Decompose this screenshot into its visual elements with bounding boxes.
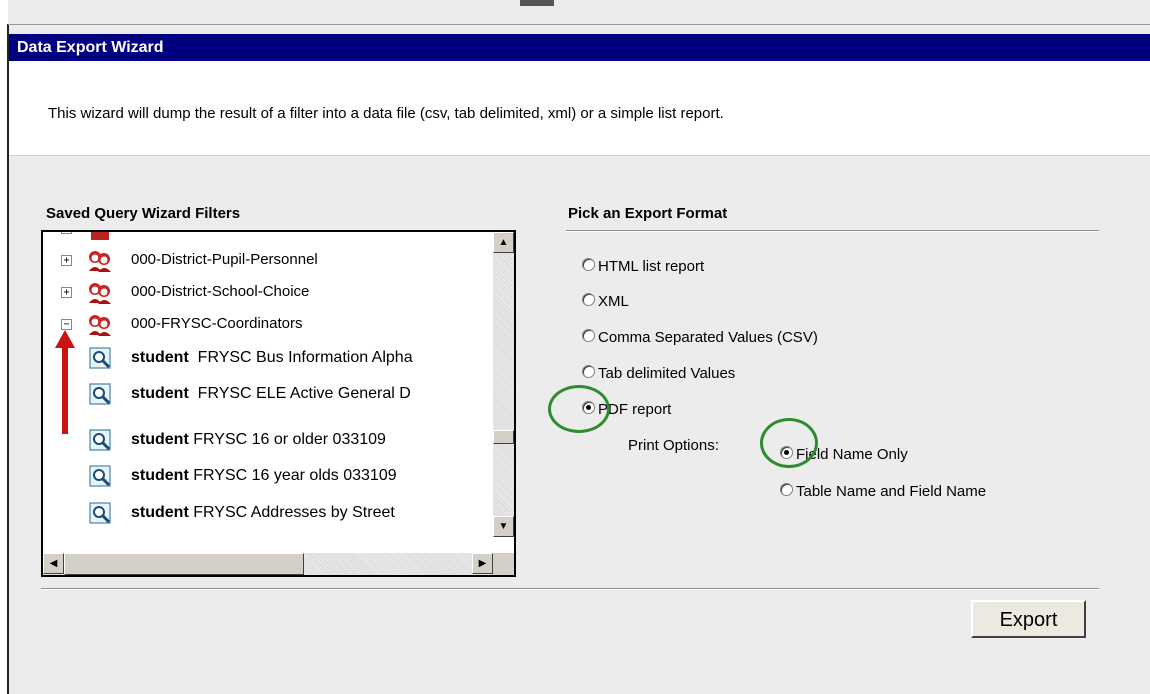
- expander-icon: −: [61, 232, 72, 234]
- tree-query-0[interactable]: student FRYSC Bus Information Alpha: [43, 344, 493, 376]
- radio-button[interactable]: [582, 329, 595, 342]
- group-label: 000-District-School-Choice: [131, 283, 310, 300]
- intro-text: This wizard will dump the result of a fi…: [48, 105, 724, 122]
- radio-label: Comma Separated Values (CSV): [598, 329, 818, 346]
- query-magnifier-icon: [89, 383, 111, 405]
- scroll-up-button[interactable]: ▲: [493, 232, 514, 253]
- query-magnifier-icon: [89, 429, 111, 451]
- tree-query-3[interactable]: student FRYSC 16 year olds 033109: [43, 462, 493, 494]
- group-icon: [89, 283, 111, 304]
- top-divider: [8, 24, 1150, 25]
- bottom-divider: [41, 588, 1099, 590]
- scroll-right-button[interactable]: ▶: [472, 553, 493, 574]
- query-magnifier-icon: [89, 465, 111, 487]
- green-circle-annotation: [548, 385, 610, 433]
- tree-query-1[interactable]: student FRYSC ELE Active General D: [43, 380, 493, 412]
- scroll-left-button[interactable]: ◀: [43, 553, 64, 574]
- vertical-scrollbar[interactable]: ▲ ▼: [493, 232, 514, 537]
- radio-label: HTML list report: [598, 258, 705, 275]
- query-label: student FRYSC 16 or older 033109: [131, 431, 386, 448]
- print-options-label: Print Options:: [628, 437, 719, 454]
- radio-button[interactable]: [582, 258, 595, 271]
- query-label: student FRYSC Addresses by Street: [131, 504, 395, 521]
- window-title: Data Export Wizard: [9, 34, 1150, 61]
- scroll-down-button[interactable]: ▼: [493, 516, 514, 537]
- tree-query-4[interactable]: student FRYSC Addresses by Street: [43, 499, 493, 531]
- tree-group-1[interactable]: + 000-District-School-Choice: [43, 278, 493, 310]
- radio-button[interactable]: [582, 365, 595, 378]
- tree-row-partial: −: [43, 232, 493, 246]
- expand-icon[interactable]: +: [61, 255, 72, 266]
- format-heading: Pick an Export Format: [568, 205, 728, 222]
- group-icon: [91, 232, 109, 240]
- expand-icon[interactable]: +: [61, 287, 72, 298]
- horizontal-scrollbar[interactable]: ◀ ▶: [43, 553, 493, 575]
- tree-group-2[interactable]: − 000-FRYSC-Coordinators: [43, 310, 493, 342]
- filters-tree[interactable]: − + 000-District-Pupil-Personnel + 000-D…: [41, 230, 516, 577]
- intro-panel: This wizard will dump the result of a fi…: [9, 61, 1150, 156]
- format-divider: [566, 230, 1099, 232]
- filters-heading: Saved Query Wizard Filters: [46, 205, 241, 222]
- group-label: 000-District-Pupil-Personnel: [131, 251, 318, 268]
- radio-button[interactable]: [582, 293, 595, 306]
- query-label: student FRYSC 16 year olds 033109: [131, 467, 397, 484]
- vertical-scroll-thumb[interactable]: [493, 430, 514, 444]
- query-label: student FRYSC Bus Information Alpha: [131, 349, 413, 366]
- tree-query-2[interactable]: student FRYSC 16 or older 033109: [43, 426, 493, 458]
- scroll-corner: [493, 553, 514, 575]
- tree-group-0[interactable]: + 000-District-Pupil-Personnel: [43, 246, 493, 278]
- query-magnifier-icon: [89, 347, 111, 369]
- radio-label: Tab delimited Values: [598, 365, 736, 382]
- red-arrow-annotation: [55, 330, 75, 434]
- radio-button[interactable]: [780, 483, 793, 496]
- group-icon: [89, 251, 111, 272]
- radio-label: Table Name and Field Name: [796, 483, 987, 500]
- top-marker: [520, 0, 554, 6]
- export-button[interactable]: Export: [971, 600, 1086, 638]
- radio-label: XML: [598, 293, 629, 310]
- query-label: student FRYSC ELE Active General D: [131, 385, 411, 402]
- group-label: 000-FRYSC-Coordinators: [131, 315, 303, 332]
- horizontal-scroll-thumb[interactable]: [64, 553, 304, 575]
- top-strip: [8, 0, 1150, 25]
- collapse-icon[interactable]: −: [61, 319, 72, 330]
- query-magnifier-icon: [89, 502, 111, 524]
- green-circle-annotation: [760, 418, 818, 468]
- group-icon: [89, 315, 111, 336]
